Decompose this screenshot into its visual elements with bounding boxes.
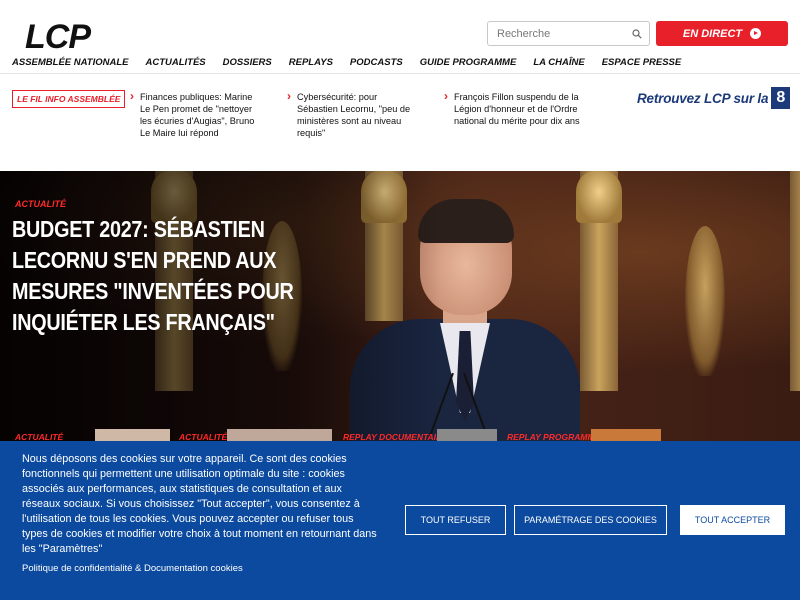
fil-info-label[interactable]: LE FIL INFO ASSEMBLÉE <box>12 90 126 108</box>
search-icon[interactable] <box>632 29 642 39</box>
nav-item-espace-presse[interactable]: ESPACE PRESSE <box>602 57 682 68</box>
lcp-logo[interactable]: LCP <box>25 18 91 57</box>
fil-info-item[interactable]: Finances publiques: Marine Le Pen promet… <box>130 90 262 139</box>
cookie-banner: Nous déposons des cookies sur votre appa… <box>0 441 800 600</box>
refuse-all-button[interactable]: TOUT REFUSER <box>405 505 506 535</box>
nav-item-replays[interactable]: REPLAYS <box>289 57 333 68</box>
nav-item-assemblee[interactable]: ASSEMBLÉE NATIONALE <box>12 57 128 68</box>
cookie-policy-link[interactable]: Politique de confidentialité & Documenta… <box>22 563 243 574</box>
page: LCP ASSEMBLÉE NATIONALE ACTUALITÉS DOSSI… <box>0 0 800 600</box>
site-header: LCP ASSEMBLÉE NATIONALE ACTUALITÉS DOSSI… <box>0 0 800 74</box>
fil-info-bar: LE FIL INFO ASSEMBLÉE Finances publiques… <box>0 75 800 171</box>
accept-all-button[interactable]: TOUT ACCEPTER <box>680 505 785 535</box>
search-box <box>487 21 650 46</box>
hero-title[interactable]: BUDGET 2027: SÉBASTIEN LECORNU S'EN PREN… <box>12 214 339 338</box>
channel-banner[interactable]: Retrouvez LCP sur la 8 <box>637 87 791 109</box>
play-icon <box>750 28 762 39</box>
live-button[interactable]: EN DIRECT <box>656 21 788 46</box>
cookie-message: Nous déposons des cookies sur votre appa… <box>22 453 377 555</box>
main-nav: ASSEMBLÉE NATIONALE ACTUALITÉS DOSSIERS … <box>12 57 698 68</box>
nav-item-guide-programme[interactable]: GUIDE PROGRAMME <box>420 57 517 68</box>
nav-item-dossiers[interactable]: DOSSIERS <box>223 57 272 68</box>
cookie-settings-button[interactable]: PARAMÉTRAGE DES COOKIES <box>514 505 667 535</box>
search-input[interactable] <box>497 26 627 42</box>
nav-item-podcasts[interactable]: PODCASTS <box>350 57 403 68</box>
fil-info-item[interactable]: Cybersécurité: pour Sébastien Lecornu, "… <box>287 90 417 139</box>
hero-category: ACTUALITÉ <box>15 199 66 209</box>
hero-article[interactable]: ACTUALITÉ BUDGET 2027: SÉBASTIEN LECORNU… <box>0 171 800 441</box>
live-button-label: EN DIRECT <box>682 27 743 40</box>
channel-number-badge: 8 <box>771 87 791 109</box>
nav-item-actualites[interactable]: ACTUALITÉS <box>145 57 205 68</box>
channel-text: Retrouvez LCP sur la <box>637 90 769 106</box>
nav-item-la-chaine[interactable]: LA CHAÎNE <box>533 57 584 68</box>
fil-info-item[interactable]: François Fillon suspendu de la Légion d'… <box>444 90 584 127</box>
